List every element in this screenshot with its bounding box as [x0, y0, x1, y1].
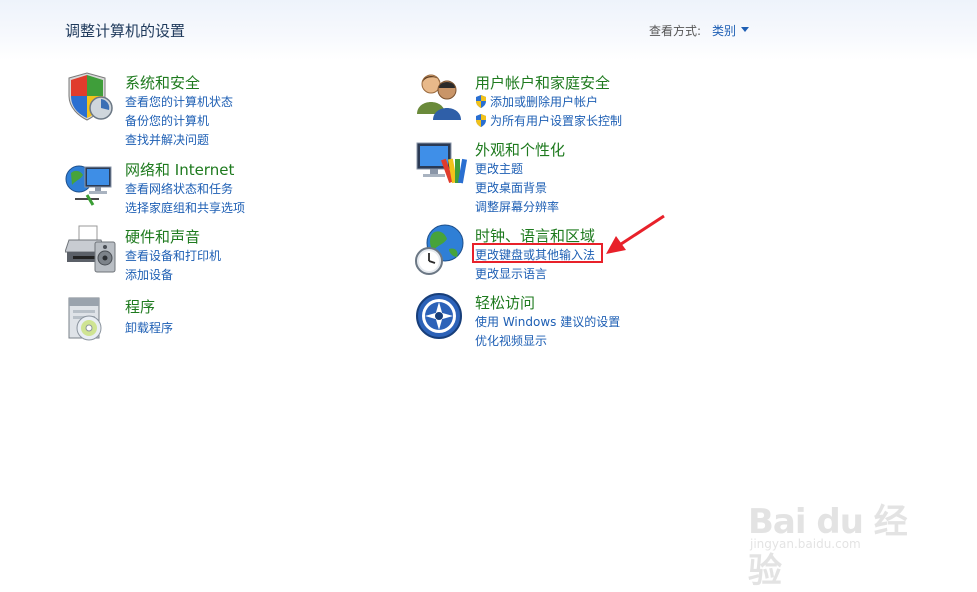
annotation-highlight-box	[472, 243, 603, 263]
link-backup-computer[interactable]: 备份您的计算机	[125, 112, 209, 129]
printer-icon	[65, 225, 116, 273]
watermark-url: jingyan.baidu.com	[750, 537, 861, 551]
link-parental-controls-text: 为所有用户设置家长控制	[490, 114, 623, 128]
category-title-ease-of-access[interactable]: 轻松访问	[475, 292, 535, 313]
network-icon	[65, 165, 112, 206]
category-title-user-accounts[interactable]: 用户帐户和家庭安全	[475, 72, 610, 93]
link-optimize-video[interactable]: 优化视频显示	[475, 332, 547, 349]
link-parental-controls[interactable]: 为所有用户设置家长控制	[475, 112, 622, 129]
link-add-device[interactable]: 添加设备	[125, 266, 173, 283]
uac-shield-icon	[476, 95, 486, 108]
link-devices-printers[interactable]: 查看设备和打印机	[125, 247, 221, 264]
shield-icon	[68, 72, 113, 121]
uac-shield-icon	[476, 114, 486, 127]
globe-clock-icon	[415, 224, 464, 275]
category-title-programs[interactable]: 程序	[125, 296, 155, 317]
chevron-down-icon[interactable]	[741, 27, 749, 32]
display-icon	[416, 142, 467, 184]
link-screen-resolution[interactable]: 调整屏幕分辨率	[475, 198, 559, 215]
category-title-hardware-sound[interactable]: 硬件和声音	[125, 226, 200, 247]
baidu-watermark: Bai du 经验 jingyan.baidu.com	[748, 494, 928, 591]
link-change-theme[interactable]: 更改主题	[475, 160, 523, 177]
ease-of-access-icon	[416, 293, 462, 339]
programs-icon	[68, 297, 102, 341]
link-windows-recommended-settings[interactable]: 使用 Windows 建议的设置	[475, 313, 620, 330]
category-title-system-security[interactable]: 系统和安全	[125, 72, 200, 93]
link-desktop-background[interactable]: 更改桌面背景	[475, 179, 547, 196]
link-add-remove-accounts[interactable]: 添加或删除用户帐户	[475, 93, 598, 110]
link-troubleshoot[interactable]: 查找并解决问题	[125, 131, 209, 148]
link-add-remove-accounts-text: 添加或删除用户帐户	[490, 95, 599, 109]
view-by-dropdown[interactable]: 类别	[712, 22, 736, 39]
link-homegroup-sharing[interactable]: 选择家庭组和共享选项	[125, 199, 245, 216]
link-uninstall-program[interactable]: 卸载程序	[125, 319, 173, 336]
category-title-network-internet[interactable]: 网络和 Internet	[125, 159, 234, 180]
annotation-arrow-icon	[606, 214, 665, 254]
users-icon	[417, 74, 461, 120]
view-by-label: 查看方式:	[649, 24, 702, 38]
category-title-appearance[interactable]: 外观和个性化	[475, 139, 565, 160]
link-display-language[interactable]: 更改显示语言	[475, 265, 547, 282]
link-network-status[interactable]: 查看网络状态和任务	[125, 180, 233, 197]
link-view-computer-status[interactable]: 查看您的计算机状态	[125, 93, 233, 110]
page-title: 调整计算机的设置	[65, 22, 186, 40]
